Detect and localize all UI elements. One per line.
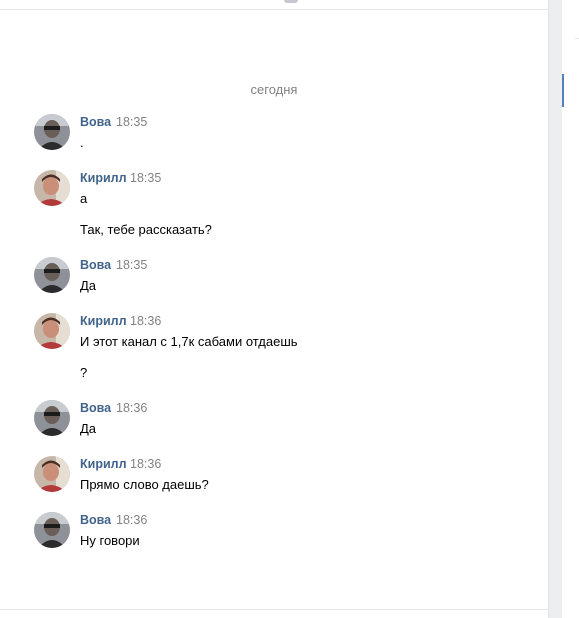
message-time[interactable]: 18:36 [116, 401, 147, 415]
dialog-list-panel[interactable] [562, 0, 579, 618]
avatar[interactable] [34, 400, 70, 436]
avatar[interactable] [34, 257, 70, 293]
avatar[interactable] [34, 456, 70, 492]
avatar[interactable] [34, 114, 70, 150]
drag-handle [284, 0, 298, 3]
author-name[interactable]: Кирилл [80, 457, 127, 471]
message-text: а [80, 191, 88, 206]
message-time[interactable]: 18:36 [130, 457, 161, 471]
message-time[interactable]: 18:35 [130, 171, 161, 185]
message-time[interactable]: 18:35 [116, 115, 147, 129]
message-text: Так, тебе рассказать? [80, 222, 212, 237]
avatar[interactable] [34, 313, 70, 349]
avatar[interactable] [34, 512, 70, 548]
author-name[interactable]: Вова [80, 401, 111, 415]
author-name[interactable]: Кирилл [80, 314, 127, 328]
composer-divider [0, 609, 548, 610]
chat-window: сегодня Вова 18:35 . Кирилл 18:35 а Так,… [0, 0, 579, 618]
active-dialog-indicator [562, 74, 564, 107]
author-name[interactable]: Вова [80, 115, 111, 129]
message-text: ? [80, 365, 88, 380]
avatar[interactable] [34, 170, 70, 206]
message-history[interactable]: сегодня Вова 18:35 . Кирилл 18:35 а Так,… [0, 0, 548, 618]
author-name[interactable]: Вова [80, 513, 111, 527]
message-text: . [80, 135, 84, 150]
message-text: Ну говори [80, 533, 140, 548]
author-name[interactable]: Вова [80, 258, 111, 272]
author-name[interactable]: Кирилл [80, 171, 127, 185]
message-time[interactable]: 18:36 [130, 314, 161, 328]
top-divider [0, 9, 548, 10]
message-time[interactable]: 18:36 [116, 513, 147, 527]
message-text: Да [80, 278, 97, 293]
date-separator: сегодня [250, 82, 298, 97]
message-text: Прямо слово даешь? [80, 477, 209, 492]
panel-divider [575, 38, 579, 39]
message-text: И этот канал с 1,7к сабами отдаешь [80, 334, 298, 349]
message-text: Да [80, 421, 97, 436]
message-time[interactable]: 18:35 [116, 258, 147, 272]
